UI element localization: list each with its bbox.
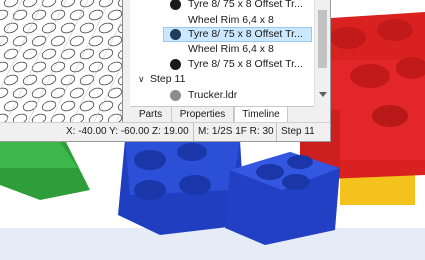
tab-properties[interactable]: Properties [172,107,234,123]
coordinates-readout: X: -40.00 Y: -60.00 Z: 19.00 [66,126,189,137]
status-bar: X: -40.00 Y: -60.00 Z: 19.00 M: 1/2S 1F … [0,122,330,141]
color-dot-icon [170,59,181,70]
mode-readout: M: 1/2S 1F R: 30 [193,123,278,141]
scroll-down-icon[interactable] [319,92,327,97]
step-label: Step 11 [150,73,186,85]
scrollbar-thumb[interactable] [318,10,327,68]
panel-tabs: Parts Properties Timeline [130,106,314,123]
timeline-panel: Tyre 8/ 75 x 8 Offset Tr... Wheel Rim 6,… [130,0,314,106]
color-dot-icon [170,0,181,10]
chevron-down-icon[interactable]: ∨ [138,71,145,88]
tab-timeline[interactable]: Timeline [234,107,288,123]
tab-parts[interactable]: Parts [130,107,172,123]
color-dot-icon [170,90,181,101]
app-window: Tyre 8/ 75 x 8 Offset Tr... Wheel Rim 6,… [0,0,331,142]
color-dot-icon [170,29,181,40]
step-readout: Step 11 [276,123,319,141]
timeline-step-row[interactable]: ∨ Step 11 [130,71,314,88]
timeline-row-label: Trucker.ldr [188,89,238,101]
timeline-row-part[interactable]: Trucker.ldr [130,87,314,104]
model-viewport[interactable] [0,0,123,122]
viewport-canvas[interactable] [0,0,122,122]
timeline-scrollbar[interactable] [314,0,330,106]
